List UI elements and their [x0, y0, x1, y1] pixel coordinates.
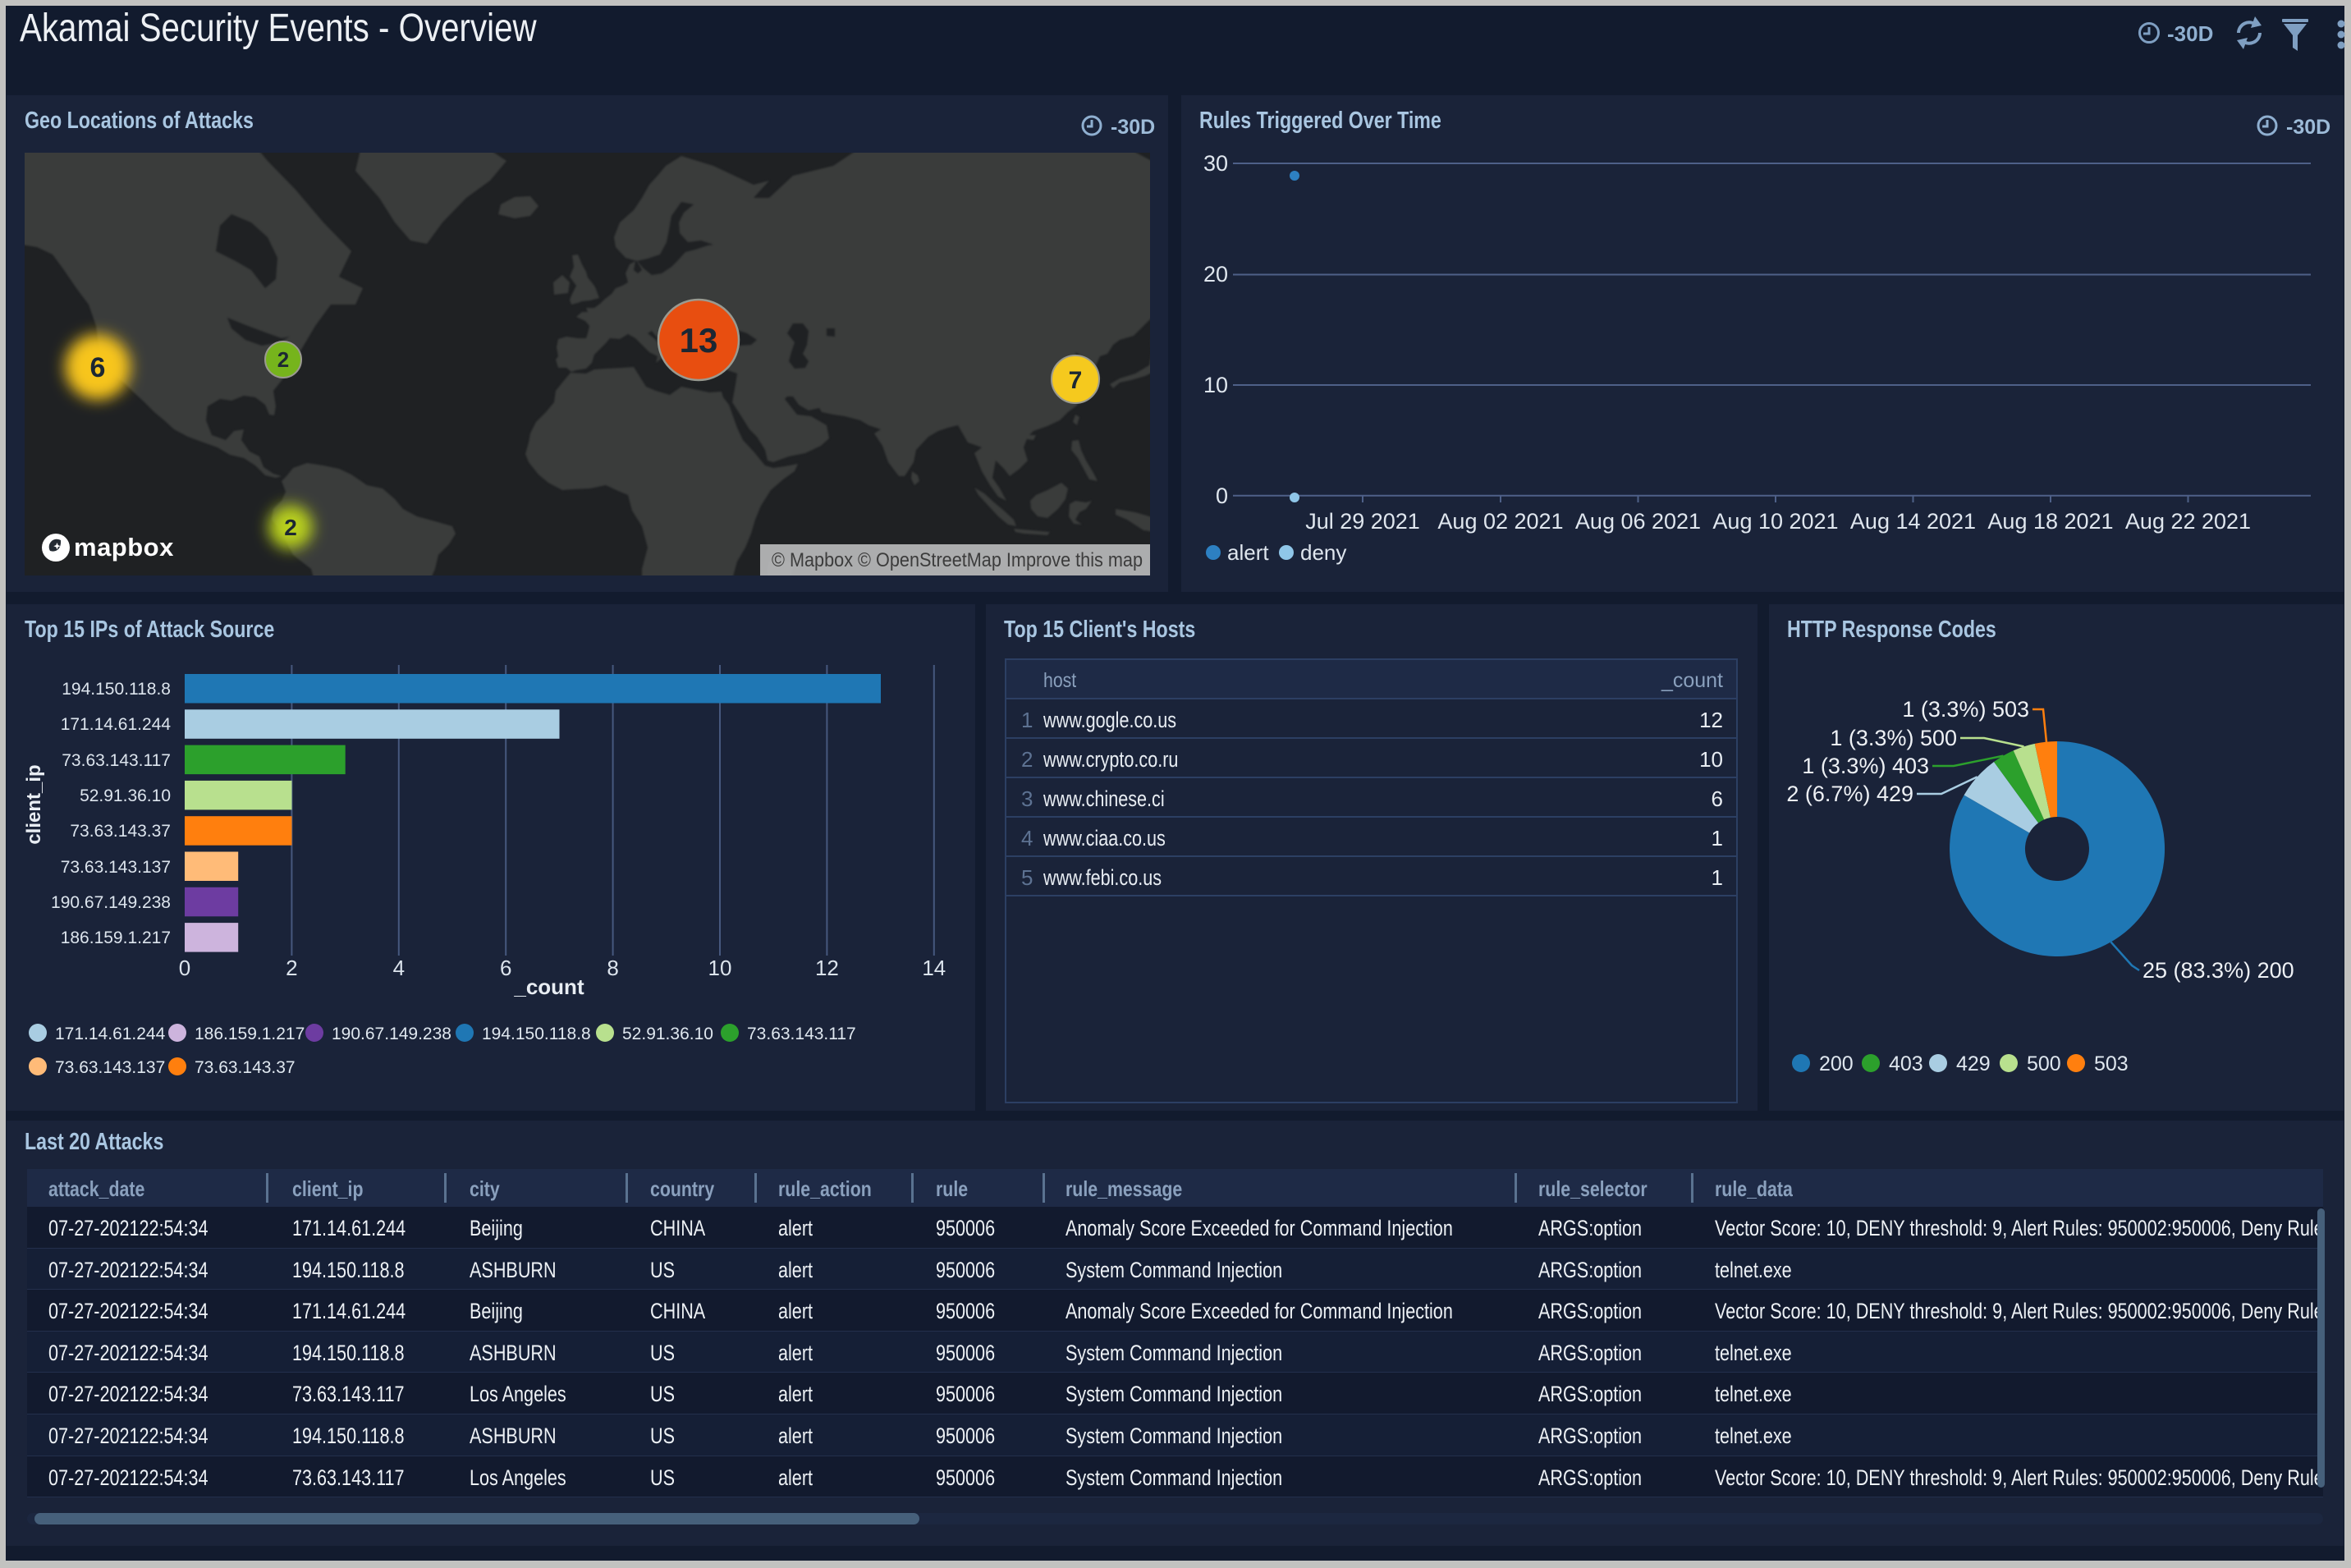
svg-text:mapbox: mapbox — [74, 533, 174, 562]
svg-text:73.63.143.37: 73.63.143.37 — [195, 1058, 296, 1077]
svg-text:2 (6.7%) 429: 2 (6.7%) 429 — [1786, 782, 1913, 806]
svg-text:190.67.149.238: 190.67.149.238 — [332, 1025, 451, 1043]
svg-text:1 (3.3%) 500: 1 (3.3%) 500 — [1830, 726, 1957, 750]
svg-text:alert: alert — [1227, 540, 1269, 565]
svg-text:429: 429 — [1956, 1052, 1991, 1075]
svg-text:2: 2 — [277, 347, 289, 372]
svg-text:73.63.143.117: 73.63.143.117 — [62, 751, 171, 770]
svg-text:Aug 10 2021: Aug 10 2021 — [1712, 509, 1838, 534]
svg-text:Aug 02 2021: Aug 02 2021 — [1437, 509, 1563, 534]
svg-text:500: 500 — [2027, 1052, 2061, 1075]
svg-text:190.67.149.238: 190.67.149.238 — [51, 893, 171, 912]
svg-text:Aug 22 2021: Aug 22 2021 — [2125, 509, 2251, 534]
svg-text:73.63.143.117: 73.63.143.117 — [747, 1025, 856, 1043]
svg-text:1 (3.3%) 503: 1 (3.3%) 503 — [1902, 697, 2029, 722]
svg-text:0: 0 — [1216, 484, 1228, 508]
svg-text:171.14.61.244: 171.14.61.244 — [55, 1025, 166, 1043]
svg-text:194.150.118.8: 194.150.118.8 — [482, 1025, 591, 1043]
svg-text:Aug 18 2021: Aug 18 2021 — [1987, 509, 2113, 534]
svg-text:200: 200 — [1819, 1052, 1854, 1075]
svg-text:2: 2 — [284, 515, 297, 540]
svg-text:194.150.118.8: 194.150.118.8 — [62, 680, 171, 699]
svg-text:-30D: -30D — [2167, 21, 2213, 46]
svg-text:10: 10 — [708, 956, 732, 980]
svg-text:52.91.36.10: 52.91.36.10 — [80, 786, 171, 805]
svg-text:4: 4 — [393, 956, 405, 980]
svg-text:25 (83.3%) 200: 25 (83.3%) 200 — [2142, 958, 2294, 983]
svg-text:171.14.61.244: 171.14.61.244 — [61, 715, 172, 734]
svg-text:13: 13 — [680, 321, 718, 360]
svg-text:Jul 29 2021: Jul 29 2021 — [1305, 509, 1420, 534]
svg-text:20: 20 — [1203, 262, 1228, 287]
svg-text:7: 7 — [1069, 367, 1083, 394]
svg-text:0: 0 — [179, 956, 190, 980]
svg-text:Aug 14 2021: Aug 14 2021 — [1850, 509, 1976, 534]
svg-text:30: 30 — [1203, 151, 1228, 176]
svg-text:Aug 06 2021: Aug 06 2021 — [1575, 509, 1701, 534]
svg-text:403: 403 — [1889, 1052, 1923, 1075]
svg-text:186.159.1.217: 186.159.1.217 — [195, 1025, 305, 1043]
svg-text:_count: _count — [513, 974, 584, 999]
svg-text:© Mapbox © OpenStreetMap Impro: © Mapbox © OpenStreetMap Improve this ma… — [772, 549, 1143, 571]
svg-text:73.63.143.137: 73.63.143.137 — [55, 1058, 165, 1077]
svg-text:186.159.1.217: 186.159.1.217 — [61, 928, 171, 947]
svg-text:14: 14 — [922, 956, 946, 980]
svg-text:73.63.143.137: 73.63.143.137 — [61, 858, 171, 877]
svg-text:10: 10 — [1203, 373, 1228, 397]
svg-text:52.91.36.10: 52.91.36.10 — [622, 1025, 713, 1043]
svg-text:73.63.143.37: 73.63.143.37 — [70, 822, 171, 841]
svg-text:8: 8 — [607, 956, 618, 980]
svg-text:6: 6 — [500, 956, 511, 980]
svg-text:6: 6 — [90, 352, 106, 383]
svg-text:1 (3.3%) 403: 1 (3.3%) 403 — [1802, 754, 1929, 778]
svg-text:503: 503 — [2094, 1052, 2129, 1075]
svg-text:client_ip: client_ip — [23, 764, 45, 844]
svg-text:12: 12 — [815, 956, 839, 980]
svg-text:deny: deny — [1300, 540, 1346, 565]
svg-text:2: 2 — [286, 956, 297, 980]
